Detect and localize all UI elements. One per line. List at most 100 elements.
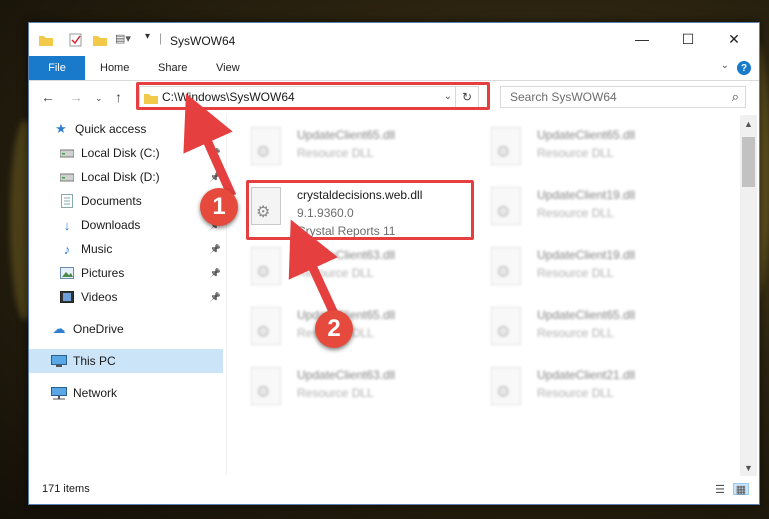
computer-icon <box>51 353 67 369</box>
step-1-badge: 1 <box>200 188 238 226</box>
up-arrow-icon[interactable]: ↑ <box>115 89 122 105</box>
search-input[interactable]: Search SysWOW64 ⌕ <box>500 86 746 108</box>
gear-icon: ⚙ <box>496 324 511 341</box>
file-item[interactable]: ⚙ UpdateClient65.dll Resource DLL <box>467 123 697 179</box>
file-name: UpdateClient65.dll <box>537 308 636 322</box>
file-name: UpdateClient65.dll <box>537 128 636 142</box>
forward-arrow-icon[interactable]: → <box>69 89 83 105</box>
file-type: Resource DLL <box>537 146 614 160</box>
sidebar-item-label: Downloads <box>81 218 141 232</box>
gear-icon: ⚙ <box>256 264 271 281</box>
file-item[interactable]: ⚙ UpdateClient63.dll Resource DLL <box>227 243 457 299</box>
dll-file-icon: ⚙ <box>251 367 281 405</box>
music-icon: ♪ <box>63 241 71 257</box>
file-name: UpdateClient65.dll <box>297 128 396 142</box>
minimize-button[interactable]: — <box>619 23 665 55</box>
customize-toolbar-icon[interactable]: ▤▾ <box>115 32 131 45</box>
pin-icon[interactable]: 📌 <box>210 268 221 279</box>
sidebar-item-label: Pictures <box>81 266 125 280</box>
sidebar-item-downloads[interactable]: ↓Downloads📌 <box>29 213 223 237</box>
cloud-icon: ☁ <box>52 321 66 336</box>
drive-icon <box>59 169 75 185</box>
maximize-button[interactable]: ☐ <box>665 23 711 55</box>
dll-file-icon: ⚙ <box>251 247 281 285</box>
file-type: Resource DLL <box>537 326 614 340</box>
sidebar-item-this-pc[interactable]: This PC <box>29 349 223 373</box>
file-item[interactable]: ⚙ UpdateClient19.dll Resource DLL <box>467 183 697 239</box>
file-type: Resource DLL <box>537 206 614 220</box>
new-folder-icon[interactable] <box>93 33 107 51</box>
window-title: SysWOW64 <box>170 34 236 48</box>
close-button[interactable]: ✕ <box>711 23 757 55</box>
dll-file-icon: ⚙ <box>491 187 521 225</box>
sidebar-item-label: Videos <box>81 290 118 304</box>
file-item[interactable]: ⚙ UpdateClient21.dll Resource DLL <box>467 363 697 419</box>
gear-icon: ⚙ <box>256 324 271 341</box>
file-type: Resource DLL <box>537 386 614 400</box>
pin-icon[interactable]: 📌 <box>210 148 221 159</box>
scroll-up-icon[interactable]: ▲ <box>744 119 753 129</box>
chevron-down-icon[interactable]: ⌄ <box>721 60 729 71</box>
address-highlight-box <box>136 82 490 110</box>
sidebar-item-label: OneDrive <box>73 322 124 336</box>
file-name: UpdateClient19.dll <box>537 248 636 262</box>
tab-home[interactable]: Home <box>100 56 129 80</box>
recent-locations-chevron-icon[interactable]: ⌄ <box>95 93 103 104</box>
scroll-down-icon[interactable]: ▼ <box>744 463 753 473</box>
pin-icon[interactable]: 📌 <box>210 172 221 183</box>
vertical-scrollbar[interactable]: ▲ ▼ <box>740 115 757 477</box>
sidebar-item-quick-access[interactable]: ★ Quick access <box>29 117 223 141</box>
tab-file[interactable]: File <box>29 56 85 80</box>
file-name: UpdateClient19.dll <box>537 188 636 202</box>
sidebar-item-label: Local Disk (D:) <box>81 170 160 184</box>
properties-icon[interactable] <box>69 33 83 52</box>
sidebar-item-videos[interactable]: Videos 📌 <box>29 285 223 309</box>
sidebar-item-onedrive[interactable]: ☁ OneDrive <box>29 317 223 341</box>
file-type: Resource DLL <box>297 386 374 400</box>
help-button[interactable]: ? <box>737 61 751 75</box>
file-item[interactable]: ⚙ UpdateClient63.dll Resource DLL <box>227 363 457 419</box>
file-item[interactable]: ⚙ UpdateClient19.dll Resource DLL <box>467 243 697 299</box>
network-icon <box>51 385 67 401</box>
dll-file-icon: ⚙ <box>251 127 281 165</box>
sidebar-item-local-disk-c[interactable]: Local Disk (C:) 📌 <box>29 141 223 165</box>
sidebar-item-network[interactable]: Network <box>29 381 223 405</box>
pin-icon[interactable]: 📌 <box>210 292 221 303</box>
downloads-icon: ↓ <box>63 217 71 233</box>
gear-icon: ⚙ <box>256 384 271 401</box>
dll-file-icon: ⚙ <box>491 307 521 345</box>
star-icon: ★ <box>55 121 67 136</box>
sidebar-item-label: Local Disk (C:) <box>81 146 160 160</box>
file-item[interactable]: ⚙ UpdateClient65.dll Resource DLL <box>227 123 457 179</box>
file-highlight-box <box>246 180 474 240</box>
dll-file-icon: ⚙ <box>491 367 521 405</box>
search-placeholder: Search SysWOW64 <box>510 90 617 104</box>
navigation-pane: ★ Quick access Local Disk (C:) 📌 Local Disk … <box>29 115 225 475</box>
folder-icon <box>39 33 53 51</box>
file-item[interactable]: ⚙ UpdateClient65.dll Resource DLL <box>467 303 697 359</box>
status-bar: 171 items ☰ ▦ <box>29 476 759 504</box>
sidebar-item-label: Network <box>73 386 118 400</box>
tab-view[interactable]: View <box>216 56 240 80</box>
dll-file-icon: ⚙ <box>491 127 521 165</box>
pin-icon[interactable]: 📌 <box>210 244 221 255</box>
gear-icon: ⚙ <box>496 144 511 161</box>
tab-share[interactable]: Share <box>158 56 187 80</box>
sidebar-item-music[interactable]: ♪ Music 📌 <box>29 237 223 261</box>
sidebar-item-local-disk-d[interactable]: Local Disk (D:) 📌 <box>29 165 223 189</box>
large-icons-view-icon[interactable]: ▦ <box>733 483 749 496</box>
search-icon[interactable]: ⌕ <box>732 89 739 105</box>
back-arrow-icon[interactable]: ← <box>41 89 55 105</box>
scroll-thumb[interactable] <box>742 137 755 187</box>
sidebar-item-documents[interactable]: Documents📌 <box>29 189 223 213</box>
gear-icon: ⚙ <box>496 204 511 221</box>
file-name: UpdateClient63.dll <box>297 248 396 262</box>
file-name: UpdateClient21.dll <box>537 368 636 382</box>
details-view-icon[interactable]: ☰ <box>712 483 728 496</box>
chevron-down-icon[interactable]: ▾ <box>145 31 150 42</box>
item-count: 171 items <box>42 483 90 495</box>
drive-icon <box>59 145 75 161</box>
sidebar-item-pictures[interactable]: Pictures 📌 <box>29 261 223 285</box>
file-name: UpdateClient63.dll <box>297 368 396 382</box>
step-2-badge: 2 <box>315 310 353 348</box>
